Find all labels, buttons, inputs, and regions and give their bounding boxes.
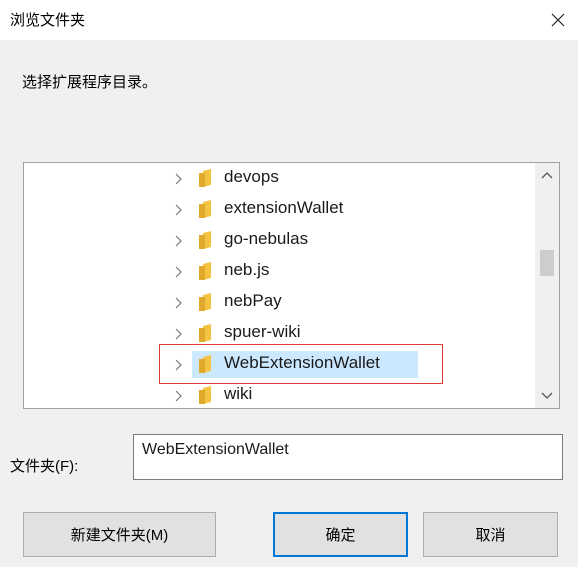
close-icon bbox=[551, 13, 565, 27]
folder-icon bbox=[199, 355, 211, 373]
tree-item-webextensionwallet[interactable]: WebExtensionWallet bbox=[24, 349, 534, 380]
tree-item-nebpay[interactable]: nebPay bbox=[24, 287, 534, 318]
tree-item-label: wiki bbox=[224, 384, 253, 403]
chevron-right-icon[interactable] bbox=[172, 265, 186, 279]
tree-item-label: nebPay bbox=[224, 291, 282, 310]
tree-item-extensionwallet[interactable]: extensionWallet bbox=[24, 194, 534, 225]
tree-item-neb-js[interactable]: neb.js bbox=[24, 256, 534, 287]
vertical-scrollbar[interactable] bbox=[535, 163, 559, 408]
chevron-right-icon[interactable] bbox=[172, 234, 186, 248]
window-title: 浏览文件夹 bbox=[10, 12, 86, 29]
close-button[interactable] bbox=[538, 0, 578, 40]
tree-item-label: neb.js bbox=[224, 260, 270, 279]
folder-icon bbox=[199, 169, 211, 187]
dialog-body: 选择扩展程序目录。 devops extensionWallet go-nebu… bbox=[0, 40, 578, 567]
chevron-right-icon[interactable] bbox=[172, 172, 186, 186]
folder-icon bbox=[199, 324, 211, 342]
tree-item-devops[interactable]: devops bbox=[24, 163, 534, 194]
folder-tree[interactable]: devops extensionWallet go-nebulas neb.js… bbox=[23, 162, 560, 409]
scroll-up-button[interactable] bbox=[535, 163, 559, 187]
scroll-down-button[interactable] bbox=[535, 384, 559, 408]
new-folder-button[interactable]: 新建文件夹(M) bbox=[23, 512, 216, 557]
tree-item-spuer-wiki[interactable]: spuer-wiki bbox=[24, 318, 534, 349]
tree-item-wiki[interactable]: wiki bbox=[24, 380, 534, 408]
chevron-right-icon[interactable] bbox=[172, 327, 186, 341]
tree-item-label: extensionWallet bbox=[224, 198, 344, 217]
cancel-button[interactable]: 取消 bbox=[423, 512, 558, 557]
tree-item-go-nebulas[interactable]: go-nebulas bbox=[24, 225, 534, 256]
folder-field-label: 文件夹(F): bbox=[10, 458, 79, 475]
scrollbar-thumb[interactable] bbox=[540, 250, 554, 276]
folder-icon bbox=[199, 231, 211, 249]
chevron-right-icon[interactable] bbox=[172, 296, 186, 310]
chevron-up-icon bbox=[541, 172, 553, 179]
folder-icon bbox=[199, 200, 211, 218]
tree-item-label: devops bbox=[224, 167, 279, 186]
chevron-right-icon[interactable] bbox=[172, 358, 186, 372]
chevron-right-icon[interactable] bbox=[172, 203, 186, 217]
chevron-down-icon bbox=[541, 392, 553, 399]
dialog-prompt: 选择扩展程序目录。 bbox=[22, 74, 158, 91]
ok-button[interactable]: 确定 bbox=[273, 512, 408, 557]
tree-item-label: spuer-wiki bbox=[224, 322, 301, 341]
tree-item-label: WebExtensionWallet bbox=[224, 353, 380, 372]
folder-icon bbox=[199, 262, 211, 280]
tree-item-label: go-nebulas bbox=[224, 229, 309, 248]
folder-input[interactable]: WebExtensionWallet bbox=[133, 434, 563, 480]
title-bar: 浏览文件夹 bbox=[0, 0, 578, 40]
chevron-right-icon[interactable] bbox=[172, 389, 186, 403]
folder-icon bbox=[199, 293, 211, 311]
folder-icon bbox=[199, 386, 211, 404]
